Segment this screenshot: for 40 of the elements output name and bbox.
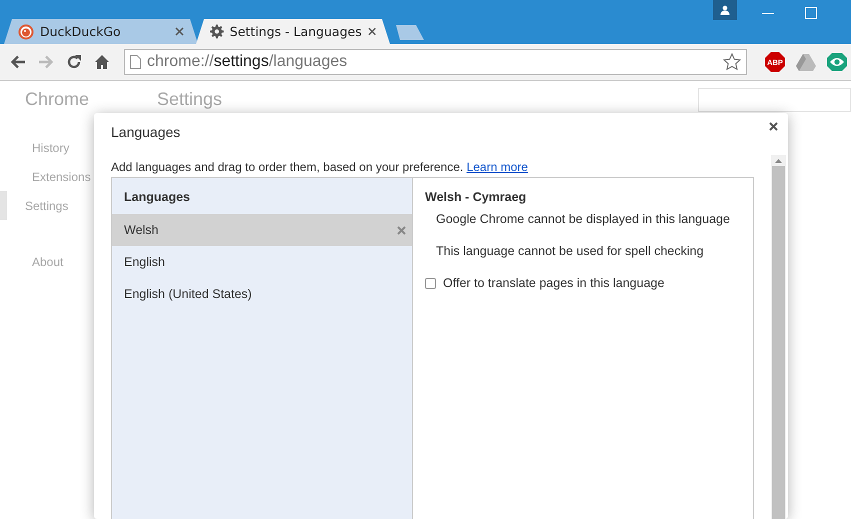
- forward-arrow-icon: [38, 55, 54, 69]
- reload-icon[interactable]: [66, 54, 82, 70]
- browser-tab[interactable]: DuckDuckGo: [4, 19, 198, 44]
- person-icon: [720, 5, 730, 15]
- search-field[interactable]: [698, 88, 851, 112]
- eye-icon[interactable]: [827, 52, 847, 72]
- close-tab-icon[interactable]: [368, 27, 376, 36]
- triangle-icon[interactable]: [796, 53, 816, 71]
- remove-icon[interactable]: [397, 226, 406, 234]
- dialog-title: Languages: [111, 124, 180, 140]
- page-heading: Settings: [157, 89, 222, 111]
- close-tab-icon[interactable]: [175, 27, 184, 36]
- scroll-up-icon[interactable]: [775, 159, 782, 163]
- language-item[interactable]: English (United States): [112, 278, 412, 310]
- profile-button[interactable]: [713, 0, 737, 20]
- language-item[interactable]: English: [112, 246, 412, 278]
- back-arrow-icon[interactable]: [10, 55, 26, 69]
- maximize-icon[interactable]: [805, 7, 817, 19]
- list-heading: Languages: [123, 189, 191, 206]
- info-text: Google Chrome cannot be displayed in this language: [435, 212, 731, 228]
- url-text: chrome://settings/languages: [147, 53, 348, 71]
- page-icon: [130, 55, 141, 69]
- address-bar[interactable]: chrome://settings/languages: [124, 49, 747, 75]
- minimize-icon[interactable]: [762, 13, 774, 15]
- info-text: This language cannot be used for spell checking: [435, 244, 705, 260]
- gear-icon: [210, 24, 224, 39]
- close-icon[interactable]: [769, 122, 778, 131]
- learn-more-link[interactable]: Learn more: [466, 160, 528, 174]
- home-icon[interactable]: [94, 54, 110, 70]
- browser-tab[interactable]: Settings - Languages: [196, 19, 390, 44]
- description-text: Add languages and drag to order them, based on your preference. Learn more: [111, 160, 528, 176]
- star-icon[interactable]: [723, 53, 741, 71]
- checkbox-label: Offer to translate pages in this language: [443, 276, 664, 290]
- scrollbar-thumb[interactable]: [772, 166, 785, 519]
- language-heading: Welsh - Cymraeg: [425, 190, 528, 206]
- brand-title: Chrome: [24, 89, 90, 111]
- checkbox[interactable]: [425, 278, 436, 288]
- duck-logo-icon: [18, 24, 34, 40]
- language-item[interactable]: Welsh: [112, 214, 412, 246]
- scrollbar[interactable]: [771, 155, 786, 519]
